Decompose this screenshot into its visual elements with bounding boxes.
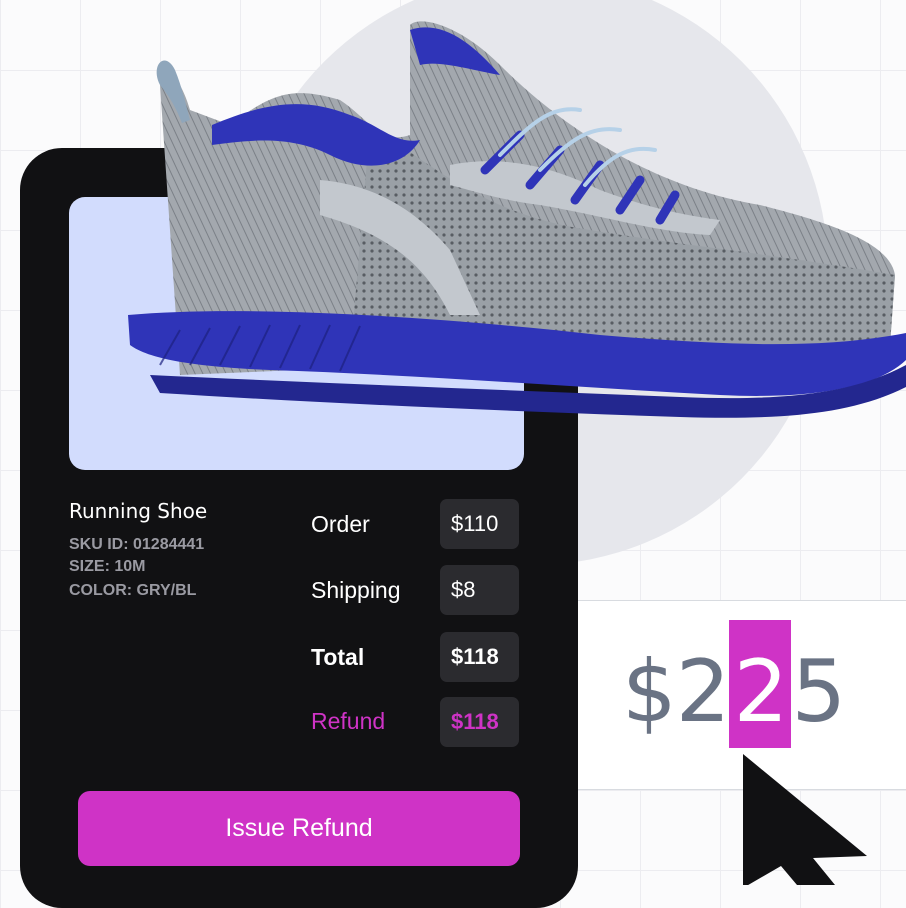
amount-text[interactable]: $225 (622, 620, 846, 748)
total-label: Total (311, 644, 365, 670)
refund-label: Refund (311, 708, 386, 734)
product-color: COLOR: GRY/BL (69, 582, 197, 599)
total-value: $118 (440, 632, 519, 682)
amount-text-after: 5 (791, 642, 846, 742)
shipping-value: $8 (440, 565, 519, 615)
order-label: Order (311, 511, 370, 537)
amount-text-before: $2 (622, 642, 730, 742)
order-value: $110 (440, 499, 519, 549)
amount-text-selection[interactable]: 2 (729, 620, 792, 748)
mouse-pointer-icon (743, 754, 867, 885)
refund-value: $118 (440, 697, 519, 747)
product-size: SIZE: 10M (69, 558, 146, 575)
running-shoe-image (128, 21, 906, 418)
product-sku: SKU ID: 01284441 (69, 536, 205, 553)
product-name: Running Shoe (69, 499, 208, 523)
issue-refund-button[interactable]: Issue Refund (78, 791, 520, 866)
shipping-label: Shipping (311, 577, 401, 603)
